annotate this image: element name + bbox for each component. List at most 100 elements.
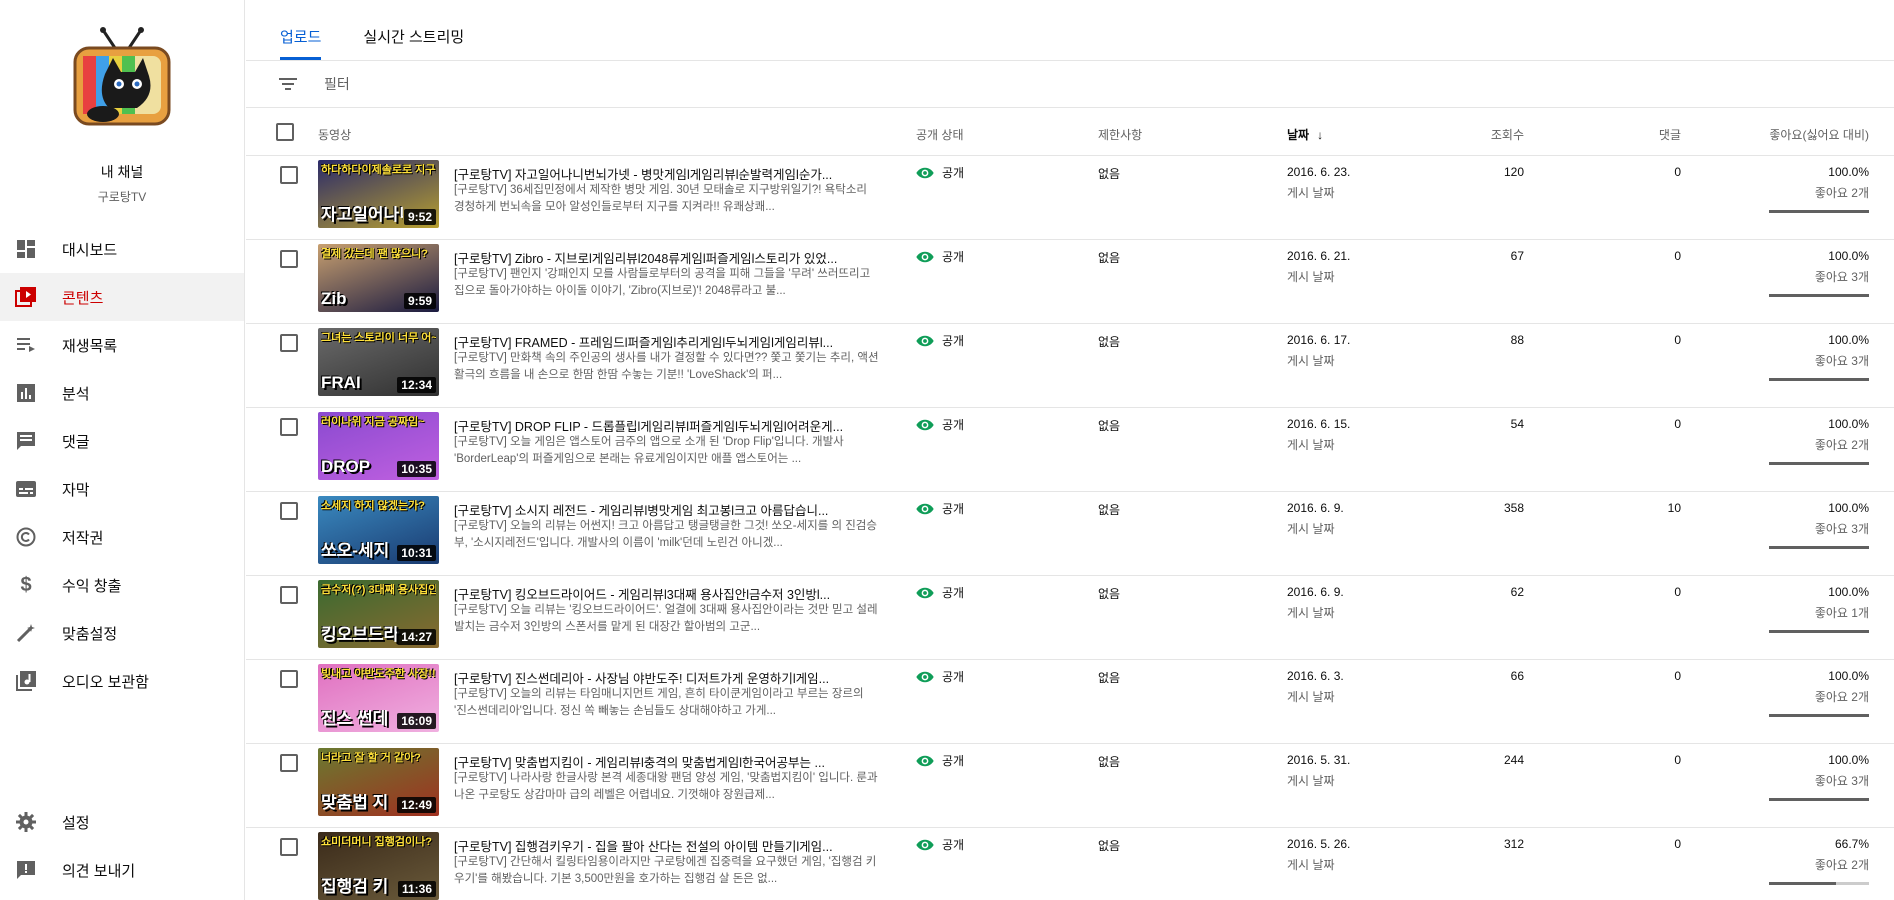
visibility-status[interactable]: 공개 <box>916 836 964 853</box>
video-thumbnail[interactable]: 결제 갔는데 팬 많으니? Zib 9:59 <box>318 244 439 312</box>
date-label: 게시 날짜 <box>1287 186 1335 200</box>
video-title[interactable]: [구로탕TV] 진스썬데리아 - 사장님 야반도주! 디저트가게 운영하기l게임… <box>454 668 879 687</box>
sidebar-item-monetization[interactable]: $ 수익 창출 <box>0 561 244 609</box>
column-header-date[interactable]: 날짜 ↓ <box>1287 126 1323 143</box>
sidebar-item-analytics[interactable]: 분석 <box>0 369 244 417</box>
like-percent: 100.0% <box>1828 585 1869 599</box>
thumbnail-caption-main: 집행검 키 <box>321 878 389 896</box>
video-thumbnail[interactable]: 소세지 하지 않겠는가? 쏘오-세지 10:31 <box>318 496 439 564</box>
table-row[interactable]: 러이나위 지금 공짜임~ DROP 10:35 [구로탕TV] DROP FLI… <box>246 408 1894 492</box>
sidebar-item-comments[interactable]: 댓글 <box>0 417 244 465</box>
visibility-status[interactable]: 공개 <box>916 668 964 685</box>
table-row[interactable]: 결제 갔는데 팬 많으니? Zib 9:59 [구로탕TV] Zibro - 지… <box>246 240 1894 324</box>
video-title[interactable]: [구로탕TV] 자고일어나니번뇌가넷 - 병맛게임l게임리뷰l순발력게임l순가.… <box>454 164 879 183</box>
visibility-status[interactable]: 공개 <box>916 584 964 601</box>
video-thumbnail[interactable]: 그녀는 스토리이 너무 어~렵 FRAI 12:34 <box>318 328 439 396</box>
like-percent: 100.0% <box>1828 165 1869 179</box>
table-row[interactable]: 그녀는 스토리이 너무 어~렵 FRAI 12:34 [구로탕TV] FRAME… <box>246 324 1894 408</box>
like-ratio: 100.0% 좋아요 3개 <box>1815 501 1869 537</box>
sidebar-item-dashboard[interactable]: 대시보드 <box>0 225 244 273</box>
channel-avatar[interactable] <box>63 22 181 140</box>
eye-icon <box>916 671 934 682</box>
visibility-status[interactable]: 공개 <box>916 164 964 181</box>
like-ratio-bar-fill <box>1769 882 1836 885</box>
dashboard-icon <box>14 237 38 261</box>
video-thumbnail[interactable]: 쇼미더머니 집행검이나? 집행검 키 11:36 <box>318 832 439 900</box>
table-row[interactable]: 너라고 잘 할 거 같아? 맞춤법 지 12:49 [구로탕TV] 맞춤법지킴이… <box>246 744 1894 828</box>
column-header-views: 조회수 <box>1490 128 1524 142</box>
restriction-status: 없음 <box>1098 587 1121 601</box>
row-checkbox[interactable] <box>280 754 298 772</box>
video-title[interactable]: [구로탕TV] DROP FLIP - 드롭플립l게임리뷰l퍼즐게임l두뇌게임l… <box>454 416 879 435</box>
filter-input[interactable]: 필터 <box>324 74 350 94</box>
video-date: 2016. 6. 15. 게시 날짜 <box>1287 417 1350 453</box>
video-title[interactable]: [구로탕TV] 소시지 레전드 - 게임리뷰l병맛게임 최고봉l크고 아름답습니… <box>454 500 879 519</box>
like-ratio: 66.7% 좋아요 2개 <box>1815 837 1869 873</box>
visibility-status[interactable]: 공개 <box>916 332 964 349</box>
sidebar-item-customization[interactable]: 맞춤설정 <box>0 609 244 657</box>
date-label: 게시 날짜 <box>1287 270 1335 284</box>
row-checkbox[interactable] <box>280 502 298 520</box>
sidebar-item-feedback[interactable]: 의견 보내기 <box>0 846 245 894</box>
video-title[interactable]: [구로탕TV] 맞춤법지킴이 - 게임리뷰l충격의 맞춤법게임l한국어공부는 .… <box>454 752 879 771</box>
column-header-comments: 댓글 <box>1658 128 1681 142</box>
filter-icon[interactable] <box>276 72 300 96</box>
column-header-video: 동영상 <box>318 128 352 142</box>
video-title[interactable]: [구로탕TV] 집행검키우기 - 집을 팔아 산다는 전설의 아이템 만들기l게… <box>454 836 879 855</box>
main-content: 업로드 실시간 스트리밍 필터 동영상 공개 상태 제한사항 날짜 ↓ 조회수 댓… <box>246 0 1894 900</box>
sidebar-item-copyright[interactable]: 저작권 <box>0 513 244 561</box>
video-title[interactable]: [구로탕TV] 킹오브드라이어드 - 게임리뷰l3대째 용사집안l금수저 3인방… <box>454 584 879 603</box>
sidebar-item-playlists[interactable]: 재생목록 <box>0 321 244 369</box>
visibility-status[interactable]: 공개 <box>916 416 964 433</box>
row-checkbox[interactable] <box>280 670 298 688</box>
channel-handle: 구로탕TV <box>97 190 147 204</box>
visibility-status[interactable]: 공개 <box>916 248 964 265</box>
visibility-label: 공개 <box>942 418 965 432</box>
row-checkbox[interactable] <box>280 418 298 436</box>
magic-wand-icon <box>14 621 38 645</box>
row-checkbox[interactable] <box>280 334 298 352</box>
row-checkbox[interactable] <box>280 166 298 184</box>
row-checkbox[interactable] <box>280 838 298 856</box>
like-ratio: 100.0% 좋아요 2개 <box>1815 417 1869 453</box>
sidebar: 내 채널 구로탕TV 대시보드 콘텐츠 재생목록 분석 댓글 자막 저작권 $ … <box>0 0 245 900</box>
row-checkbox[interactable] <box>280 586 298 604</box>
comment-count: 0 <box>1674 417 1681 431</box>
select-all-checkbox[interactable] <box>276 123 294 141</box>
visibility-status[interactable]: 공개 <box>916 752 964 769</box>
table-row[interactable]: 소세지 하지 않겠는가? 쏘오-세지 10:31 [구로탕TV] 소시지 레전드… <box>246 492 1894 576</box>
tab-live[interactable]: 실시간 스트리밍 <box>363 0 464 60</box>
sidebar-item-subtitles[interactable]: 자막 <box>0 465 244 513</box>
video-date: 2016. 5. 31. 게시 날짜 <box>1287 753 1350 789</box>
view-count: 120 <box>1503 165 1524 179</box>
video-description: [구로탕TV] 오늘의 리뷰는 타임매니지먼트 게임, 흔히 타이쿤게임이라고 … <box>454 688 864 717</box>
tab-uploads[interactable]: 업로드 <box>280 0 322 60</box>
video-duration: 16:09 <box>397 713 436 729</box>
video-thumbnail[interactable]: 너라고 잘 할 거 같아? 맞춤법 지 12:49 <box>318 748 439 816</box>
video-thumbnail[interactable]: 하다하다이제솔로로 지구를 지켜라! 자고일어나니 번 9:52 <box>318 160 439 228</box>
date-value: 2016. 5. 31. <box>1287 753 1351 767</box>
visibility-status[interactable]: 공개 <box>916 500 964 517</box>
video-thumbnail[interactable]: 금수저(?) 3대째 용사집안 킹오브드라 14:27 <box>318 580 439 648</box>
table-row[interactable]: 하다하다이제솔로로 지구를 지켜라! 자고일어나니 번 9:52 [구로탕TV]… <box>246 156 1894 240</box>
table-row[interactable]: 쇼미더머니 집행검이나? 집행검 키 11:36 [구로탕TV] 집행검키우기 … <box>246 828 1894 900</box>
video-thumbnail[interactable]: 러이나위 지금 공짜임~ DROP 10:35 <box>318 412 439 480</box>
sidebar-item-label: 설정 <box>62 814 90 832</box>
sidebar-item-settings[interactable]: 설정 <box>0 798 245 846</box>
table-row[interactable]: 금수저(?) 3대째 용사집안 킹오브드라 14:27 [구로탕TV] 킹오브드… <box>246 576 1894 660</box>
arrow-down-icon: ↓ <box>1317 128 1324 142</box>
sidebar-item-content[interactable]: 콘텐츠 <box>0 273 244 321</box>
comment-count: 0 <box>1674 753 1681 767</box>
table-row[interactable]: 빚내고 야반도주한 사장!! 진스 썬데 16:09 [구로탕TV] 진스썬데리… <box>246 660 1894 744</box>
video-title[interactable]: [구로탕TV] Zibro - 지브로l게임리뷰l2048류게임l퍼즐게임l스토… <box>454 248 879 267</box>
sidebar-item-label: 자막 <box>62 481 90 499</box>
sidebar-item-audio-library[interactable]: 오디오 보관함 <box>0 657 244 705</box>
video-title[interactable]: [구로탕TV] FRAMED - 프레임드l퍼즐게임l추리게임l두뇌게임l게임리… <box>454 332 879 351</box>
video-duration: 11:36 <box>397 881 436 897</box>
comment-count: 0 <box>1674 165 1681 179</box>
row-checkbox[interactable] <box>280 250 298 268</box>
like-ratio-bar <box>1769 546 1869 549</box>
eye-icon <box>916 167 934 178</box>
thumbnail-caption-top: 너라고 잘 할 거 같아? <box>321 752 421 764</box>
video-thumbnail[interactable]: 빚내고 야반도주한 사장!! 진스 썬데 16:09 <box>318 664 439 732</box>
